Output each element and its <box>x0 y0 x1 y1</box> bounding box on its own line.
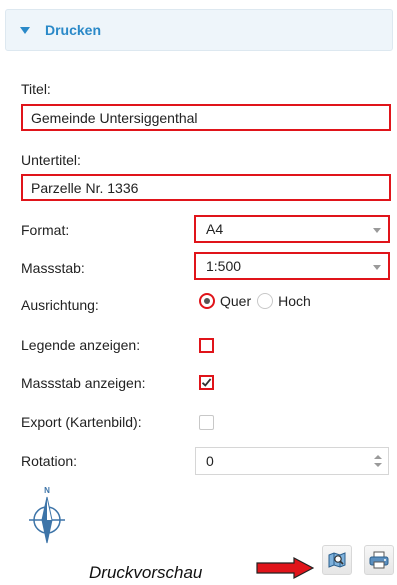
export-checkbox[interactable] <box>199 415 214 430</box>
rotation-value: 0 <box>206 453 214 469</box>
chevron-down-icon <box>373 265 381 270</box>
format-select[interactable]: A4 <box>194 215 390 243</box>
spinner-icon[interactable] <box>373 454 383 468</box>
radio-hoch-label[interactable]: Hoch <box>278 293 311 309</box>
arrow-right-icon <box>256 557 314 579</box>
untertitel-label: Untertitel: <box>21 152 81 168</box>
north-arrow-icon: N <box>25 485 69 549</box>
panel-title: Drucken <box>45 22 102 38</box>
preview-button[interactable] <box>322 545 352 575</box>
untertitel-input[interactable]: Parzelle Nr. 1336 <box>21 174 391 201</box>
print-button[interactable] <box>364 545 394 575</box>
chevron-down-icon <box>373 228 381 233</box>
ausrichtung-radio-group: Quer Hoch <box>199 293 317 309</box>
legende-label: Legende anzeigen: <box>21 337 141 353</box>
caret-down-icon[interactable] <box>20 26 30 34</box>
legende-checkbox[interactable] <box>199 338 214 353</box>
format-value: A4 <box>206 221 224 237</box>
titel-input[interactable]: Gemeinde Untersiggenthal <box>21 104 391 131</box>
massstab-anzeigen-checkbox[interactable] <box>199 375 214 390</box>
checkmark-icon <box>201 378 212 387</box>
massstab-value: 1:500 <box>206 258 242 274</box>
massstab-anzeigen-label: Massstab anzeigen: <box>21 375 146 391</box>
massstab-label: Massstab: <box>21 260 85 276</box>
rotation-label: Rotation: <box>21 453 78 469</box>
printer-icon <box>369 551 389 569</box>
radio-quer-label[interactable]: Quer <box>220 293 251 309</box>
titel-label: Titel: <box>21 81 51 97</box>
ausrichtung-label: Ausrichtung: <box>21 297 99 313</box>
north-label: N <box>44 486 50 495</box>
format-label: Format: <box>21 222 70 238</box>
radio-hoch[interactable] <box>257 293 274 309</box>
massstab-select[interactable]: 1:500 <box>194 252 390 280</box>
print-panel-header[interactable]: Drucken <box>5 9 393 51</box>
rotation-input[interactable]: 0 <box>195 447 389 475</box>
map-preview-icon <box>328 552 346 568</box>
radio-quer[interactable] <box>199 293 215 309</box>
export-label: Export (Kartenbild): <box>21 414 142 430</box>
druckvorschau-label: Druckvorschau <box>89 563 203 582</box>
